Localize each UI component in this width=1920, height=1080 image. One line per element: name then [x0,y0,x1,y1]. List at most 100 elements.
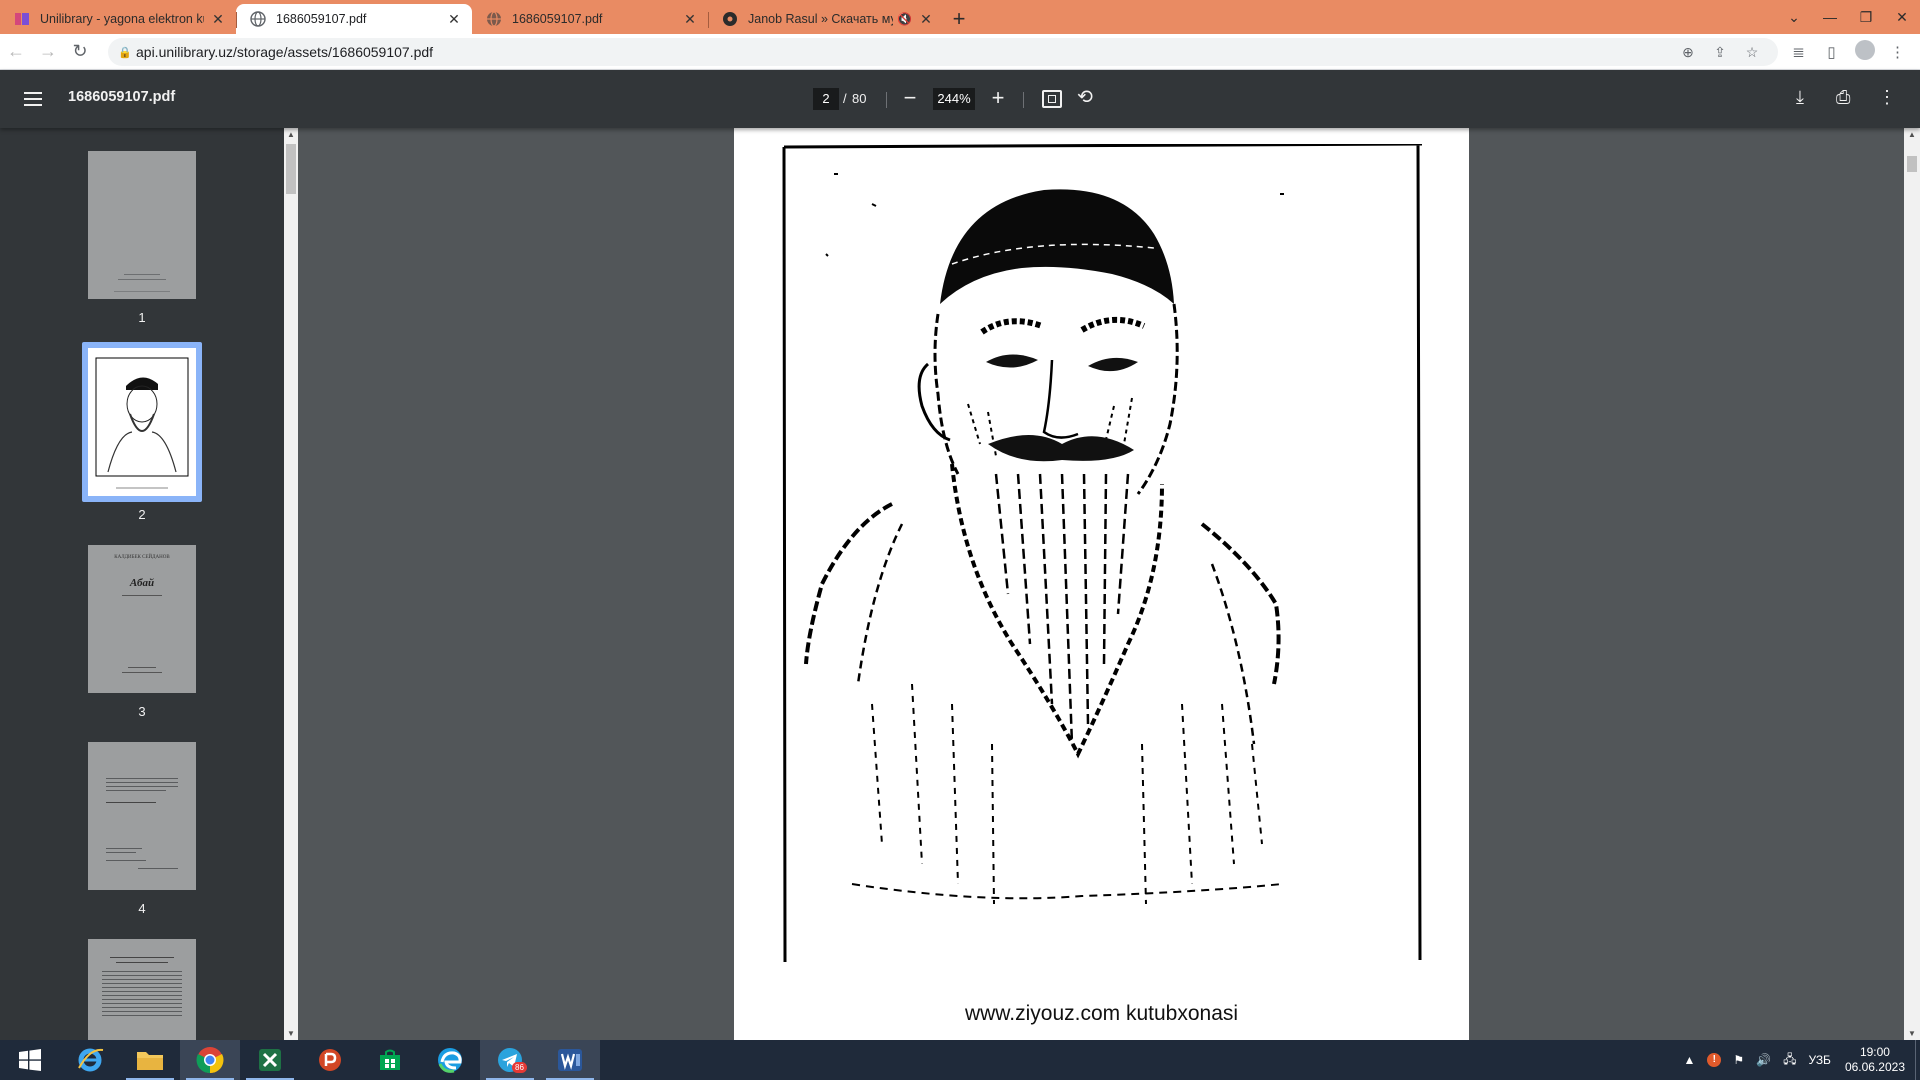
zoom-indicator-icon[interactable]: ⊕ [1672,44,1704,61]
thumb-text-line [114,291,170,292]
share-icon[interactable]: ⇪ [1704,44,1736,61]
rotate-icon[interactable]: ⟲ [1077,86,1093,109]
minimize-icon[interactable]: — [1812,9,1848,25]
tab-close-icon[interactable]: ✕ [682,11,698,28]
page-footer-text: www.ziyouz.com kutubxonasi [964,1002,1239,1025]
back-arrow-icon[interactable]: ← [0,41,32,62]
thumb-text-line [102,975,182,976]
word-logo-icon [558,1049,582,1071]
thumbnail-page-content [88,348,196,496]
language-indicator[interactable]: УЗБ [1808,1053,1830,1067]
internet-explorer-icon[interactable] [60,1040,120,1080]
sidebar-menu-icon[interactable] [22,88,44,108]
thumbnail-page-5[interactable] [88,939,196,1040]
scroll-up-arrow-icon[interactable]: ▲ [1904,130,1920,139]
zoom-out-button[interactable]: − [897,85,923,111]
zoom-in-button[interactable]: + [985,85,1011,111]
zoom-input[interactable]: 244% [933,88,975,110]
lock-icon[interactable]: 🔒 [118,46,136,59]
telegram-icon[interactable]: 86 [480,1040,540,1080]
tab-unilibrary[interactable]: Unilibrary - yagona elektron kutubxona ✕ [0,4,236,34]
sidebar-scrollbar[interactable]: ▲ ▼ [284,128,298,1040]
reading-list-icon[interactable]: ≣ [1782,43,1815,61]
fit-to-page-icon[interactable] [1042,90,1062,108]
tab-search-chevron-icon[interactable]: ⌄ [1776,9,1812,26]
thumbnail-page-2-selected[interactable] [82,342,202,502]
viewer-scrollbar[interactable]: ▲ ▼ [1904,128,1920,1040]
viewer-scroll-thumb[interactable] [1907,156,1917,172]
store-bag-icon [380,1049,400,1070]
scroll-up-arrow-icon[interactable]: ▲ [284,130,298,139]
thumb-text-line [102,995,182,996]
flag-icon[interactable]: ⚑ [1733,1053,1744,1067]
pdf-page-2: www.ziyouz.com kutubxonasi [734,128,1469,1040]
thumb-text-line [102,987,182,988]
thumbnail-page-4[interactable] [88,742,196,890]
thumb-heading: Абай [129,577,155,589]
tab-janob-rasul[interactable]: Janob Rasul » Скачать музыку 🔇 ✕ [708,4,944,34]
scroll-down-arrow-icon[interactable]: ▼ [1904,1029,1920,1038]
pdf-viewer-area[interactable]: www.ziyouz.com kutubxonasi [298,128,1904,1040]
new-tab-button[interactable]: + [944,4,974,34]
tab-title: Unilibrary - yagona elektron kutubxona [40,12,204,26]
thumb-text-line [102,999,182,1000]
thumb-text-line [118,279,166,280]
globe-icon [487,11,501,27]
thumb-text-line [122,595,162,596]
thumbnail-page-3[interactable]: КАЛДИБЕК СЕЙДАНОВ Абай [88,545,196,693]
thumb-text-line [106,782,178,783]
page-number-input[interactable]: 2 [813,88,839,110]
browser-toolbar: ← → ↻ 🔒 api.unilibrary.uz/storage/assets… [0,34,1920,70]
telegram-unread-badge: 86 [512,1062,527,1073]
browser-menu-icon[interactable]: ⋮ [1881,43,1914,61]
tab-close-icon[interactable]: ✕ [918,11,934,28]
tab-close-icon[interactable]: ✕ [446,11,462,28]
tab-pdf-second[interactable]: 1686059107.pdf ✕ [472,4,708,34]
scroll-down-arrow-icon[interactable]: ▼ [284,1029,298,1038]
clock-time: 19:00 [1859,1045,1890,1059]
thumb-text-line [128,667,156,668]
print-icon[interactable]: ⎙ [1836,87,1850,108]
thumb-text-line [102,979,182,980]
side-panel-icon[interactable]: ▯ [1815,43,1848,61]
show-desktop-button[interactable] [1915,1040,1920,1080]
store-icon[interactable] [360,1040,420,1080]
thumb-text-line [138,868,178,869]
close-window-icon[interactable]: ✕ [1884,9,1920,26]
thumbnail-number: 2 [138,507,146,522]
edge-icon[interactable] [420,1040,480,1080]
url-text[interactable]: api.unilibrary.uz/storage/assets/1686059… [136,44,1672,60]
thumbnail-number: 3 [138,704,146,719]
portrait-illustration [782,144,1422,962]
volume-icon[interactable]: 🔊 [1756,1053,1771,1067]
speaker-muted-icon[interactable]: 🔇 [897,12,912,26]
more-actions-icon[interactable]: ⋮ [1878,87,1896,108]
thumb-text-line [102,1015,182,1016]
powerpoint-logo-icon [319,1049,341,1071]
sidebar-scroll-thumb[interactable] [286,144,296,194]
thumb-text-line [110,957,174,958]
profile-avatar-icon[interactable] [1848,40,1881,64]
word-icon[interactable] [540,1040,600,1080]
windows-start-icon[interactable] [0,1040,60,1080]
tab-pdf-active[interactable]: 1686059107.pdf ✕ [236,4,472,34]
file-explorer-icon[interactable] [120,1040,180,1080]
thumbnail-page-1[interactable] [88,151,196,299]
clock[interactable]: 19:00 06.06.2023 [1845,1045,1905,1075]
restore-icon[interactable]: ❐ [1848,9,1884,26]
address-bar[interactable]: 🔒 api.unilibrary.uz/storage/assets/16860… [108,38,1778,66]
excel-icon[interactable] [240,1040,300,1080]
download-icon[interactable]: ⤓ [1796,87,1804,108]
forward-arrow-icon[interactable]: → [32,41,64,62]
chrome-taskbar-icon[interactable] [180,1040,240,1080]
powerpoint-icon[interactable] [300,1040,360,1080]
tab-close-icon[interactable]: ✕ [210,11,226,28]
thumb-text-line [102,1003,182,1004]
security-alert-icon[interactable]: ! [1707,1053,1722,1067]
network-icon[interactable]: 🖧 [1783,1050,1796,1071]
tab-strip: Unilibrary - yagona elektron kutubxona ✕… [0,0,1920,34]
thumb-text-line [106,848,142,849]
reload-icon[interactable]: ↻ [64,41,96,62]
show-hidden-icons-chevron-icon[interactable]: ▲ [1683,1053,1695,1067]
bookmark-star-icon[interactable]: ☆ [1736,44,1768,61]
